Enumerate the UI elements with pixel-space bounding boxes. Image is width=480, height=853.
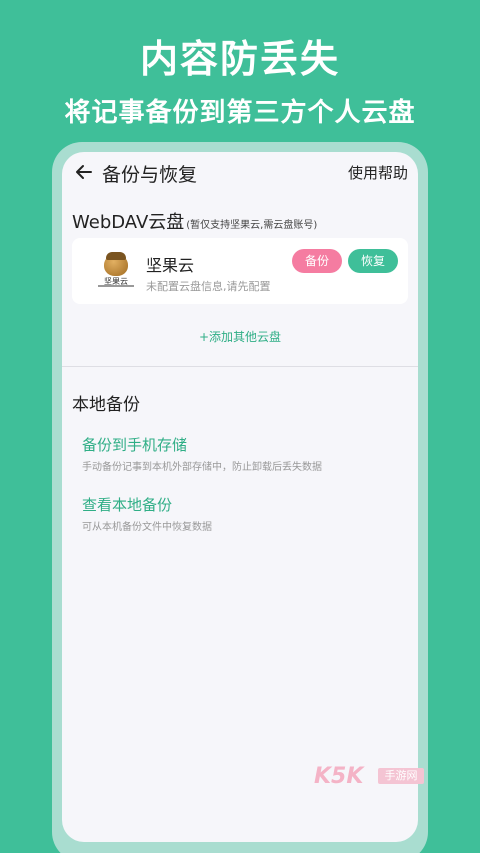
view-local-backups[interactable]: 查看本地备份: [82, 494, 172, 515]
backup-button[interactable]: 备份: [292, 249, 342, 273]
webdav-section-header: WebDAV云盘 (暂仅支持坚果云,需云盘账号): [72, 208, 317, 234]
section-divider: [62, 366, 418, 367]
webdav-title: WebDAV云盘: [72, 212, 185, 233]
promo-subline: 将记事备份到第三方个人云盘: [64, 98, 416, 128]
watermark-box: 手游网: [378, 768, 424, 784]
cloud-service-card[interactable]: 坚果云 坚果云 未配置云盘信息,请先配置 备份 恢复: [72, 238, 408, 304]
service-status: 未配置云盘信息,请先配置: [146, 280, 271, 293]
add-cloud-link[interactable]: +添加其他云盘: [62, 328, 418, 345]
local-backup-title: 本地备份: [72, 395, 140, 415]
restore-button[interactable]: 恢复: [348, 249, 398, 273]
promo-headline: 内容防丢失: [139, 37, 340, 81]
service-name: 坚果云: [146, 256, 195, 275]
watermark-brand: K5K: [314, 764, 364, 789]
jianguoyun-logo-icon: 坚果云: [98, 252, 134, 290]
view-local-backups-desc: 可从本机备份文件中恢复数据: [82, 522, 212, 533]
top-bar: 备份与恢复 使用帮助: [62, 152, 418, 194]
app-screen: 备份与恢复 使用帮助 WebDAV云盘 (暂仅支持坚果云,需云盘账号) 坚果云 坚…: [62, 152, 418, 842]
backup-to-phone-storage-desc: 手动备份记事到本机外部存储中，防止卸载后丢失数据: [82, 462, 322, 473]
help-link[interactable]: 使用帮助: [348, 162, 408, 183]
page-title: 备份与恢复: [102, 164, 198, 186]
backup-to-phone-storage[interactable]: 备份到手机存储: [82, 434, 187, 455]
k5k-watermark: K5K 手游网: [314, 764, 426, 794]
back-arrow-icon[interactable]: [74, 162, 94, 182]
webdav-note: (暂仅支持坚果云,需云盘账号): [186, 220, 318, 231]
